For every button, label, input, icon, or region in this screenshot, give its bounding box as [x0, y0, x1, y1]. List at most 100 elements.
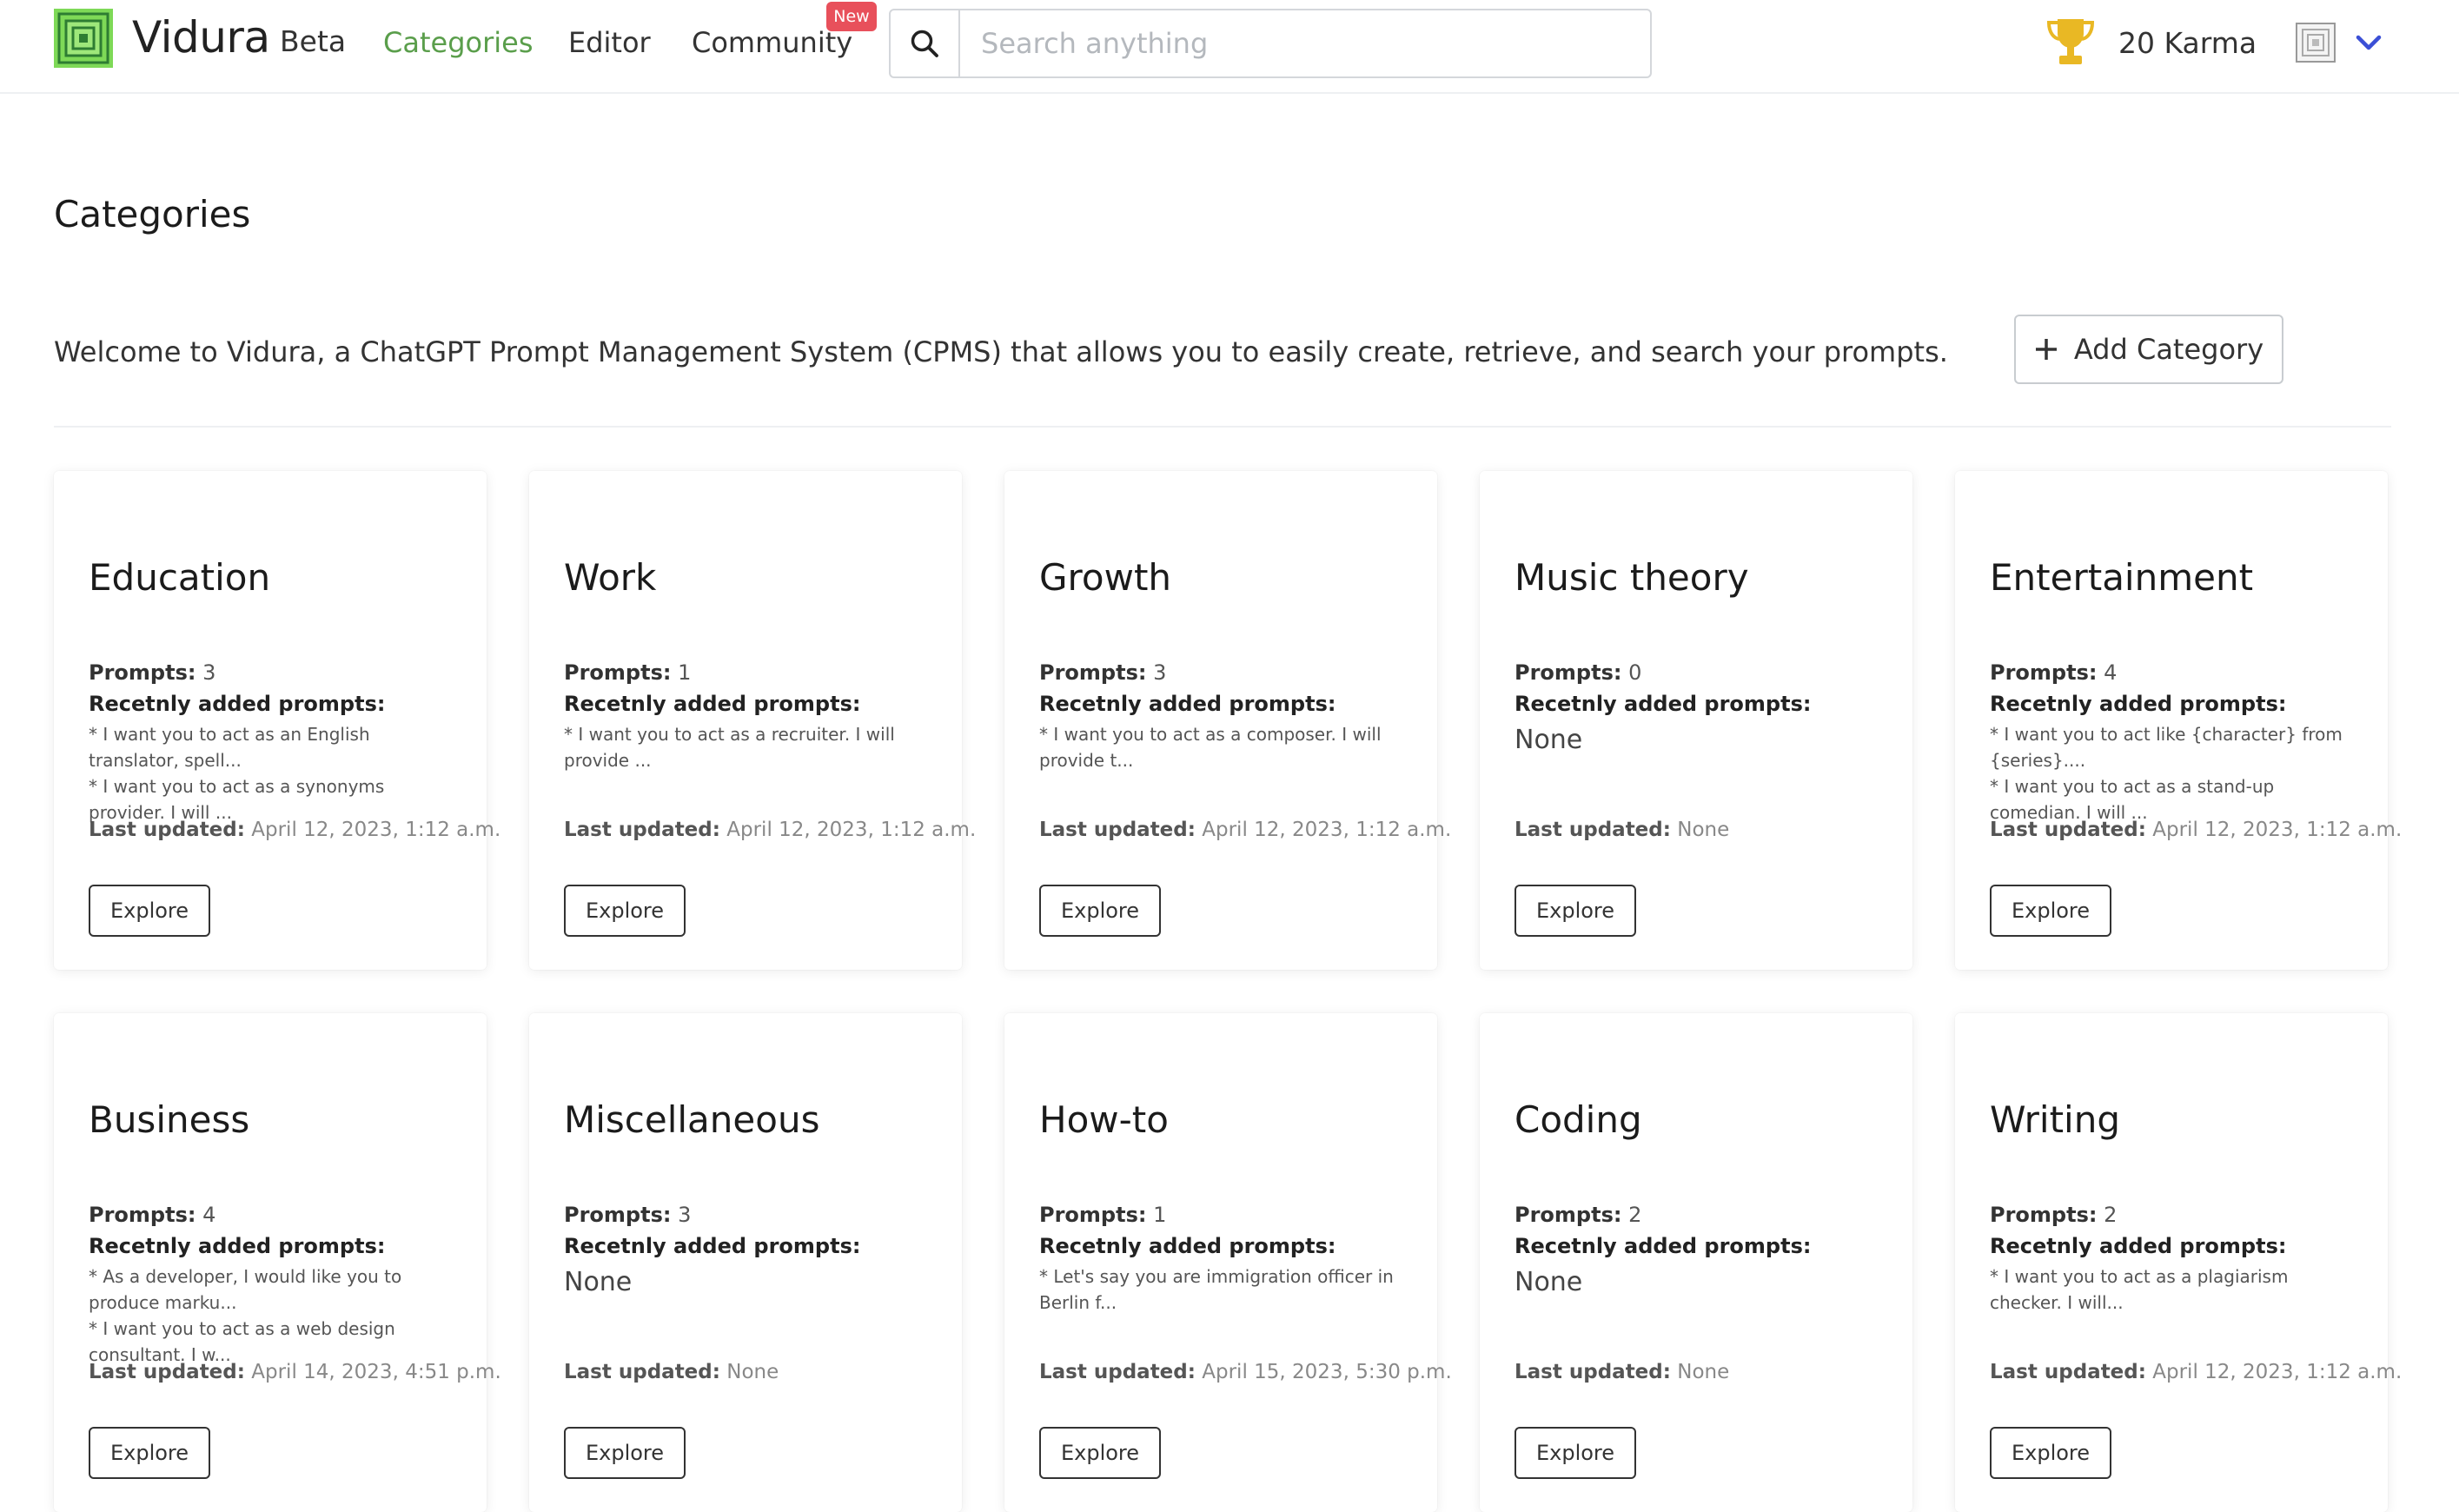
last-updated-value: April 12, 2023, 1:12 a.m.: [1202, 819, 1452, 841]
category-title: Music theory: [1515, 556, 1749, 599]
search-bar: [889, 9, 1652, 78]
category-meta: Prompts: 2 Recetnly added prompts: * I w…: [1990, 1199, 2363, 1316]
category-meta: Prompts: 1 Recetnly added prompts: * I w…: [564, 657, 938, 773]
vidura-logo-icon[interactable]: [54, 9, 113, 68]
prompt-count: 1: [678, 660, 692, 685]
search-input[interactable]: [960, 10, 1650, 76]
prompts-label: Prompts:: [89, 660, 196, 685]
recent-prompts-heading: Recetnly added prompts:: [89, 1234, 386, 1258]
prompt-count: 3: [678, 1203, 692, 1227]
recent-prompts-heading: Recetnly added prompts:: [1039, 1234, 1336, 1258]
page-title: Categories: [54, 193, 251, 235]
explore-button[interactable]: Explore: [1039, 1427, 1161, 1479]
prompt-count-row: Prompts: 4: [1990, 657, 2363, 688]
recent-prompts-none: None: [564, 1267, 633, 1297]
chevron-down-icon[interactable]: [2355, 31, 2383, 54]
recent-prompt-item[interactable]: * I want you to act as an English transl…: [89, 721, 462, 773]
last-updated-label: Last updated:: [564, 819, 720, 841]
recent-prompt-item[interactable]: * I want you to act as a plagiarism chec…: [1990, 1263, 2363, 1316]
recent-prompt-item[interactable]: * Let's say you are immigration officer …: [1039, 1263, 1413, 1316]
prompts-label: Prompts:: [1990, 1203, 2098, 1227]
recent-prompt-item[interactable]: * I want you to act as a stand-up comedi…: [1990, 773, 2363, 826]
last-updated-value: April 15, 2023, 5:30 p.m.: [1202, 1361, 1452, 1383]
explore-button[interactable]: Explore: [564, 1427, 686, 1479]
recent-prompts-heading: Recetnly added prompts:: [1515, 692, 1812, 716]
prompts-label: Prompts:: [1039, 1203, 1147, 1227]
recent-prompts-heading: Recetnly added prompts:: [1039, 692, 1336, 716]
last-updated-row: Last updated: April 14, 2023, 4:51 p.m.: [89, 1361, 501, 1383]
last-updated-label: Last updated:: [1990, 819, 2146, 841]
prompt-count: 3: [1153, 660, 1167, 685]
category-title: How-to: [1039, 1098, 1169, 1141]
category-title: Education: [89, 556, 271, 599]
prompts-label: Prompts:: [1515, 660, 1622, 685]
prompts-label: Prompts:: [89, 1203, 196, 1227]
prompt-count: 0: [1628, 660, 1642, 685]
recent-prompt-item[interactable]: * As a developer, I would like you to pr…: [89, 1263, 462, 1316]
last-updated-value: None: [1677, 819, 1730, 841]
prompt-count-row: Prompts: 1: [1039, 1199, 1413, 1230]
nav-categories-link[interactable]: Categories: [383, 26, 533, 59]
karma-count: 20 Karma: [2118, 26, 2257, 60]
last-updated-row: Last updated: April 12, 2023, 1:12 a.m.: [1990, 1361, 2402, 1383]
last-updated-value: April 12, 2023, 1:12 a.m.: [251, 819, 501, 841]
welcome-text: Welcome to Vidura, a ChatGPT Prompt Mana…: [54, 335, 1948, 368]
search-button[interactable]: [891, 10, 960, 76]
explore-button[interactable]: Explore: [1515, 885, 1636, 937]
last-updated-row: Last updated: None: [1515, 819, 1729, 841]
recent-prompts-heading: Recetnly added prompts:: [564, 1234, 861, 1258]
last-updated-value: None: [726, 1361, 779, 1383]
explore-button[interactable]: Explore: [564, 885, 686, 937]
last-updated-label: Last updated:: [89, 819, 245, 841]
search-icon: [911, 30, 938, 57]
recent-prompt-item[interactable]: * I want you to act as a recruiter. I wi…: [564, 721, 938, 773]
add-category-button[interactable]: Add Category: [2014, 315, 2283, 384]
explore-button[interactable]: Explore: [1039, 885, 1161, 937]
explore-button[interactable]: Explore: [1515, 1427, 1636, 1479]
avatar-icon[interactable]: [2296, 23, 2336, 63]
category-card: Entertainment Prompts: 4 Recetnly added …: [1955, 471, 2402, 970]
category-card: Music theory Prompts: 0 Recetnly added p…: [1480, 471, 1912, 970]
recent-prompt-item[interactable]: * I want you to act as a composer. I wil…: [1039, 721, 1413, 773]
prompts-label: Prompts:: [1515, 1203, 1622, 1227]
last-updated-value: None: [1677, 1361, 1730, 1383]
prompts-label: Prompts:: [1039, 660, 1147, 685]
last-updated-row: Last updated: None: [1515, 1361, 1729, 1383]
category-title: Entertainment: [1990, 556, 2254, 599]
recent-prompts-list: * As a developer, I would like you to pr…: [89, 1263, 462, 1368]
explore-button[interactable]: Explore: [89, 1427, 210, 1479]
recent-prompt-item[interactable]: * I want you to act as a web design cons…: [89, 1316, 462, 1368]
nav-community-link[interactable]: Community: [692, 26, 852, 59]
recent-prompt-item[interactable]: * I want you to act as a synonyms provid…: [89, 773, 462, 826]
category-card: Education Prompts: 3 Recetnly added prom…: [54, 471, 500, 970]
category-card: Coding Prompts: 2 Recetnly added prompts…: [1480, 1013, 1912, 1512]
last-updated-row: Last updated: None: [564, 1361, 779, 1383]
last-updated-row: Last updated: April 12, 2023, 1:12 a.m.: [89, 819, 500, 841]
explore-button[interactable]: Explore: [1990, 885, 2111, 937]
category-title: Work: [564, 556, 657, 599]
prompts-label: Prompts:: [1990, 660, 2098, 685]
last-updated-row: Last updated: April 12, 2023, 1:12 a.m.: [564, 819, 976, 841]
recent-prompt-item[interactable]: * I want you to act like {character} fro…: [1990, 721, 2363, 773]
prompt-count-row: Prompts: 4: [89, 1199, 462, 1230]
new-badge: New: [826, 2, 877, 31]
category-card: Work Prompts: 1 Recetnly added prompts: …: [529, 471, 976, 970]
category-card: Growth Prompts: 3 Recetnly added prompts…: [1004, 471, 1451, 970]
prompt-count: 2: [2104, 1203, 2118, 1227]
recent-prompts-heading: Recetnly added prompts:: [1990, 1234, 2287, 1258]
recent-prompts-list: * Let's say you are immigration officer …: [1039, 1263, 1413, 1316]
category-meta: Prompts: 2 Recetnly added prompts: None: [1515, 1199, 1888, 1302]
explore-button[interactable]: Explore: [89, 885, 210, 937]
nav-editor-link[interactable]: Editor: [568, 26, 651, 59]
prompt-count-row: Prompts: 1: [564, 657, 938, 688]
recent-prompts-none: None: [1515, 725, 1583, 755]
brand-name[interactable]: Vidura: [132, 12, 270, 63]
recent-prompts-heading: Recetnly added prompts:: [1515, 1234, 1812, 1258]
category-card: Business Prompts: 4 Recetnly added promp…: [54, 1013, 501, 1512]
plus-icon: [2035, 339, 2057, 360]
last-updated-label: Last updated:: [1039, 1361, 1196, 1383]
prompt-count: 2: [1628, 1203, 1642, 1227]
explore-button[interactable]: Explore: [1990, 1427, 2111, 1479]
prompt-count-row: Prompts: 3: [1039, 657, 1413, 688]
recent-prompts-list: * I want you to act like {character} fro…: [1990, 721, 2363, 826]
